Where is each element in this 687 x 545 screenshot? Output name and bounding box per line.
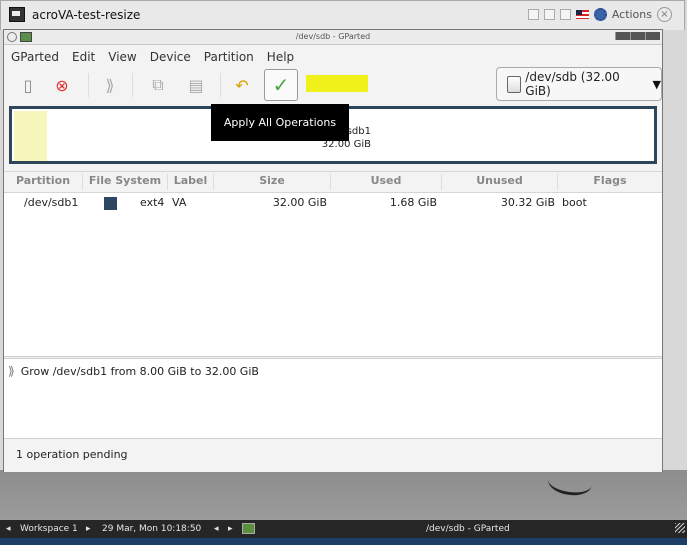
menu-gparted[interactable]: GParted	[11, 50, 59, 64]
highlight-marker	[306, 75, 368, 92]
column-flags[interactable]: Flags	[558, 174, 662, 190]
workspace-label[interactable]: Workspace 1	[20, 524, 78, 534]
column-unused[interactable]: Unused	[442, 174, 558, 190]
minimize-button[interactable]	[615, 32, 630, 40]
flags-cell: boot	[562, 196, 587, 209]
outer-window-title: acroVA-test-resize	[32, 8, 141, 22]
partition-table-header: Partition File System Label Size Used Un…	[4, 171, 662, 193]
clock: 29 Mar, Mon 10:18:50	[102, 524, 202, 534]
close-button[interactable]	[645, 32, 660, 40]
partition-list	[4, 191, 662, 357]
unused-cell: 30.32 GiB	[500, 196, 555, 209]
menu-view[interactable]: View	[108, 50, 136, 64]
bottom-panel-strip	[0, 538, 687, 545]
used-cell: 1.68 GiB	[389, 196, 437, 209]
chevron-down-icon[interactable]: ▼	[653, 78, 661, 91]
apply-tooltip: Apply All Operations	[211, 104, 349, 141]
menu-edit[interactable]: Edit	[72, 50, 95, 64]
window-mode-icon[interactable]	[527, 9, 539, 20]
gparted-window: /dev/sdb - GParted GParted Edit View Dev…	[3, 29, 663, 472]
window-maximize-icon[interactable]	[559, 9, 571, 20]
resize-move-icon[interactable]: ⟫	[96, 71, 124, 99]
column-size[interactable]: Size	[214, 174, 331, 190]
copy-icon[interactable]: ⧉	[144, 71, 172, 99]
drive-icon	[507, 75, 522, 93]
status-bar: 1 operation pending	[4, 438, 662, 472]
status-text: 1 operation pending	[16, 448, 128, 461]
size-cell: 32.00 GiB	[272, 196, 327, 209]
grow-icon: ⟫	[8, 364, 15, 378]
taskbar-right-arrow-icon[interactable]: ▸	[228, 524, 233, 534]
column-file-system[interactable]: File System	[83, 174, 168, 190]
maximize-button[interactable]	[630, 32, 645, 40]
menu-device[interactable]: Device	[150, 50, 191, 64]
operations-list: ⟫ Grow /dev/sdb1 from 8.00 GiB to 32.00 …	[4, 358, 662, 439]
table-row[interactable]: /dev/sdb1 ext4 VA 32.00 GiB 1.68 GiB 30.…	[4, 193, 662, 213]
column-used[interactable]: Used	[331, 174, 442, 190]
device-selector-label: /dev/sdb (32.00 GiB)	[525, 70, 620, 98]
terminal-icon	[9, 7, 25, 22]
label-cell: VA	[172, 196, 187, 209]
menu-bar: GParted Edit View Device Partition Help	[4, 45, 662, 68]
window-restore-icon[interactable]	[543, 9, 555, 20]
resize-grip-icon[interactable]	[675, 523, 685, 533]
paste-icon[interactable]: ▤	[182, 71, 210, 99]
operation-text: Grow /dev/sdb1 from 8.00 GiB to 32.00 Gi…	[20, 364, 259, 378]
filesystem-cell: ext4	[140, 196, 165, 209]
taskbar: ◂ Workspace 1 ▸ 29 Mar, Mon 10:18:50 ◂ ▸…	[0, 520, 687, 538]
column-label[interactable]: Label	[168, 174, 214, 190]
gparted-window-title: /dev/sdb - GParted	[295, 32, 371, 41]
actions-button[interactable]: Actions	[612, 8, 652, 21]
device-selector[interactable]: /dev/sdb (32.00 GiB) ▼	[496, 67, 662, 101]
close-icon[interactable]: ×	[657, 7, 672, 22]
active-window-title[interactable]: /dev/sdb - GParted	[426, 524, 510, 534]
apply-all-operations-button[interactable]: ✓	[264, 69, 298, 101]
delete-partition-icon[interactable]: ⊗	[48, 71, 76, 99]
gparted-task-icon[interactable]	[242, 523, 255, 534]
workspace-left-arrow-icon[interactable]: ◂	[6, 524, 11, 534]
toolbar-separator	[220, 73, 221, 97]
disk-used-space	[14, 111, 47, 161]
outer-window-titlebar: acroVA-test-resize Actions ×	[0, 0, 685, 30]
taskbar-left-arrow-icon[interactable]: ◂	[214, 524, 219, 534]
filesystem-color-icon	[104, 197, 117, 210]
keyboard-flag-icon[interactable]	[575, 10, 589, 19]
gear-icon[interactable]	[593, 8, 607, 21]
menu-partition[interactable]: Partition	[204, 50, 254, 64]
undo-icon[interactable]: ↶	[228, 71, 256, 99]
gparted-titlebar: /dev/sdb - GParted	[4, 30, 662, 45]
workspace-right-arrow-icon[interactable]: ▸	[86, 524, 91, 534]
outer-window-controls: Actions ×	[527, 7, 672, 22]
gparted-window-buttons	[615, 32, 660, 40]
toolbar-separator	[88, 73, 89, 97]
menu-help[interactable]: Help	[267, 50, 294, 64]
new-partition-icon[interactable]: ▯	[14, 71, 42, 99]
list-item[interactable]: ⟫ Grow /dev/sdb1 from 8.00 GiB to 32.00 …	[8, 364, 259, 378]
toolbar: ▯ ⊗ ⟫ ⧉ ▤ ↶ ✓ /dev/sdb (32.00 GiB) ▼	[4, 67, 662, 105]
column-partition[interactable]: Partition	[4, 174, 83, 190]
toolbar-separator	[132, 73, 133, 97]
partition-cell: /dev/sdb1	[24, 196, 79, 209]
